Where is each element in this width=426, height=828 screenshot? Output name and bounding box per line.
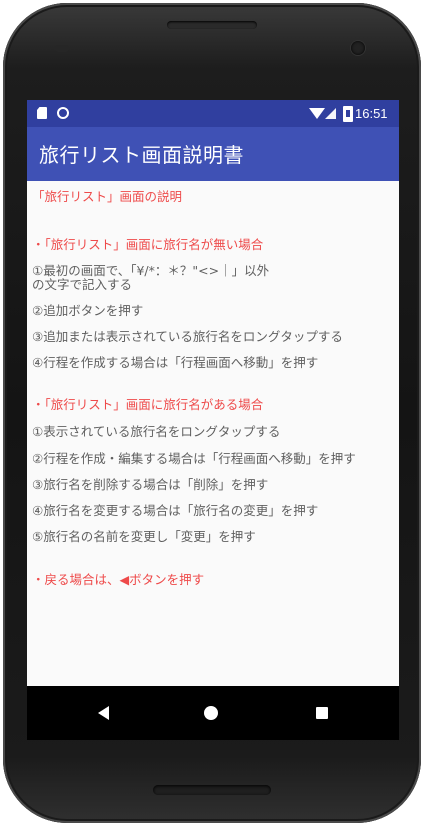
screen: 16:51 旅行リスト画面説明書 「旅行リスト」画面の説明 ・「旅行リスト」画面… <box>27 100 399 740</box>
battery-icon <box>343 106 353 122</box>
home-icon[interactable] <box>204 706 218 720</box>
list-item: ③旅行名を削除する場合は「削除」を押す <box>32 477 269 492</box>
signal-icon <box>325 108 336 119</box>
list-item: ⑤旅行名の名前を変更し「変更」を押す <box>32 529 256 544</box>
back-note: ・戻る場合は、◀ボタンを押す <box>32 572 205 587</box>
list-item: ④旅行名を変更する場合は「旅行名の変更」を押す <box>32 503 319 518</box>
bottom-speaker <box>153 785 271 795</box>
section-title-has-trip: ・「旅行リスト」画面に旅行名がある場合 <box>32 397 264 412</box>
app-title: 旅行リスト画面説明書 <box>39 143 244 167</box>
app-bar: 旅行リスト画面説明書 <box>27 127 399 181</box>
circle-notification-icon <box>57 107 69 119</box>
back-icon[interactable] <box>98 706 109 720</box>
list-item: ②追加ボタンを押す <box>32 303 144 318</box>
phone-frame: 16:51 旅行リスト画面説明書 「旅行リスト」画面の説明 ・「旅行リスト」画面… <box>3 3 421 823</box>
section-title-no-trip: ・「旅行リスト」画面に旅行名が無い場合 <box>32 237 264 252</box>
page-heading: 「旅行リスト」画面の説明 <box>32 189 183 204</box>
earpiece-speaker <box>167 21 257 29</box>
wifi-icon <box>309 108 325 119</box>
list-item: ①表示されている旅行名をロングタップする <box>32 424 281 439</box>
list-item: の文字で記入する <box>32 277 133 292</box>
list-item: ②行程を作成・編集する場合は「行程画面へ移動」を押す <box>32 451 356 466</box>
list-item: ①最初の画面で、「¥/*：＊？"<>｜」以外 <box>32 263 270 278</box>
status-bar: 16:51 <box>27 100 399 127</box>
proximity-sensor <box>55 45 69 52</box>
list-item: ③追加または表示されている旅行名をロングタップする <box>32 329 343 344</box>
list-item: ④行程を作成する場合は「行程画面へ移動」を押す <box>32 355 319 370</box>
sd-card-icon <box>37 107 47 119</box>
status-time: 16:51 <box>355 106 388 121</box>
front-camera <box>351 41 365 55</box>
recent-apps-icon[interactable] <box>316 707 328 719</box>
description-content[interactable]: 「旅行リスト」画面の説明 ・「旅行リスト」画面に旅行名が無い場合 ①最初の画面で… <box>27 181 399 686</box>
navigation-bar <box>27 686 399 740</box>
